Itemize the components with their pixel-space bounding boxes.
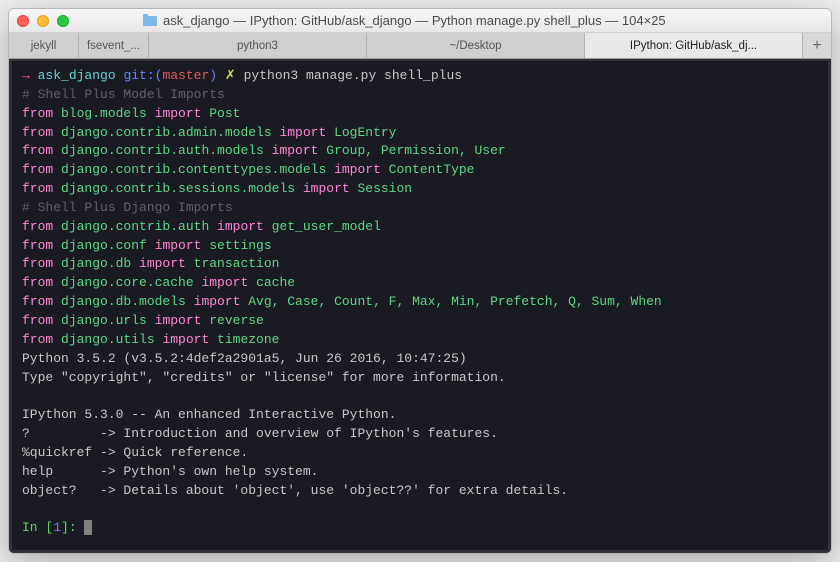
bracket-close: ]: bbox=[61, 520, 84, 535]
terminal-body[interactable]: → ask_django git:(master) ✗ python3 mana… bbox=[9, 59, 831, 553]
tab-python3[interactable]: python3 bbox=[149, 33, 367, 58]
import-line: from blog.models import Post bbox=[22, 105, 818, 124]
import-line: from django.conf import settings bbox=[22, 237, 818, 256]
import-line: from django.core.cache import cache bbox=[22, 274, 818, 293]
prompt-branch: master bbox=[162, 68, 209, 83]
ipython-prompt[interactable]: In [1]: bbox=[22, 519, 818, 538]
comment-line: # Shell Plus Model Imports bbox=[22, 86, 818, 105]
tab-ipython[interactable]: IPython: GitHub/ask_dj... bbox=[585, 33, 803, 58]
command-text: python3 manage.py shell_plus bbox=[244, 68, 462, 83]
ipython-version: IPython 5.3.0 -- An enhanced Interactive… bbox=[22, 406, 818, 425]
tab-desktop[interactable]: ~/Desktop bbox=[367, 33, 585, 58]
import-line: from django.contrib.auth.models import G… bbox=[22, 142, 818, 161]
traffic-lights bbox=[17, 15, 69, 27]
tab-label: jekyll bbox=[31, 40, 57, 52]
import-line: from django.contrib.contenttypes.models … bbox=[22, 161, 818, 180]
prompt-line: → ask_django git:(master) ✗ python3 mana… bbox=[22, 67, 818, 86]
in-number: 1 bbox=[53, 520, 61, 535]
prompt-arrow-icon: → bbox=[22, 68, 30, 83]
import-line: from django.urls import reverse bbox=[22, 312, 818, 331]
ipython-help: help -> Python's own help system. bbox=[22, 463, 818, 482]
prompt-dir: ask_django bbox=[38, 68, 116, 83]
import-line: from django.contrib.admin.models import … bbox=[22, 124, 818, 143]
window-title: ask_django — IPython: GitHub/ask_django … bbox=[163, 13, 823, 28]
comment-line: # Shell Plus Django Imports bbox=[22, 199, 818, 218]
new-tab-button[interactable]: + bbox=[803, 33, 831, 58]
titlebar[interactable]: ask_django — IPython: GitHub/ask_django … bbox=[9, 9, 831, 33]
tab-fsevent[interactable]: fsevent_... bbox=[79, 33, 149, 58]
blank-line bbox=[22, 387, 818, 406]
tab-label: ~/Desktop bbox=[449, 40, 501, 52]
close-icon[interactable] bbox=[17, 15, 29, 27]
tab-label: IPython: GitHub/ask_dj... bbox=[630, 40, 757, 52]
dirty-icon: ✗ bbox=[225, 68, 236, 83]
import-line: from django.contrib.auth import get_user… bbox=[22, 218, 818, 237]
import-line: from django.utils import timezone bbox=[22, 331, 818, 350]
tab-jekyll[interactable]: jekyll bbox=[9, 33, 79, 58]
minimize-icon[interactable] bbox=[37, 15, 49, 27]
plus-icon: + bbox=[812, 37, 821, 55]
ipython-help: ? -> Introduction and overview of IPytho… bbox=[22, 425, 818, 444]
cursor-icon bbox=[84, 520, 92, 535]
import-line: from django.db import transaction bbox=[22, 255, 818, 274]
terminal-window: ask_django — IPython: GitHub/ask_django … bbox=[8, 8, 832, 554]
folder-icon bbox=[143, 16, 157, 26]
in-label: In bbox=[22, 520, 45, 535]
prompt-git: git:( bbox=[123, 68, 162, 83]
python-version: Python 3.5.2 (v3.5.2:4def2a2901a5, Jun 2… bbox=[22, 350, 818, 369]
ipython-help: %quickref -> Quick reference. bbox=[22, 444, 818, 463]
import-line: from django.contrib.sessions.models impo… bbox=[22, 180, 818, 199]
tab-label: python3 bbox=[237, 40, 278, 52]
prompt-git-close: ) bbox=[209, 68, 217, 83]
tab-label: fsevent_... bbox=[87, 40, 140, 52]
python-info: Type "copyright", "credits" or "license"… bbox=[22, 369, 818, 388]
zoom-icon[interactable] bbox=[57, 15, 69, 27]
import-line: from django.db.models import Avg, Case, … bbox=[22, 293, 818, 312]
tabbar: jekyll fsevent_... python3 ~/Desktop IPy… bbox=[9, 33, 831, 59]
blank-line bbox=[22, 500, 818, 519]
ipython-help: object? -> Details about 'object', use '… bbox=[22, 482, 818, 501]
